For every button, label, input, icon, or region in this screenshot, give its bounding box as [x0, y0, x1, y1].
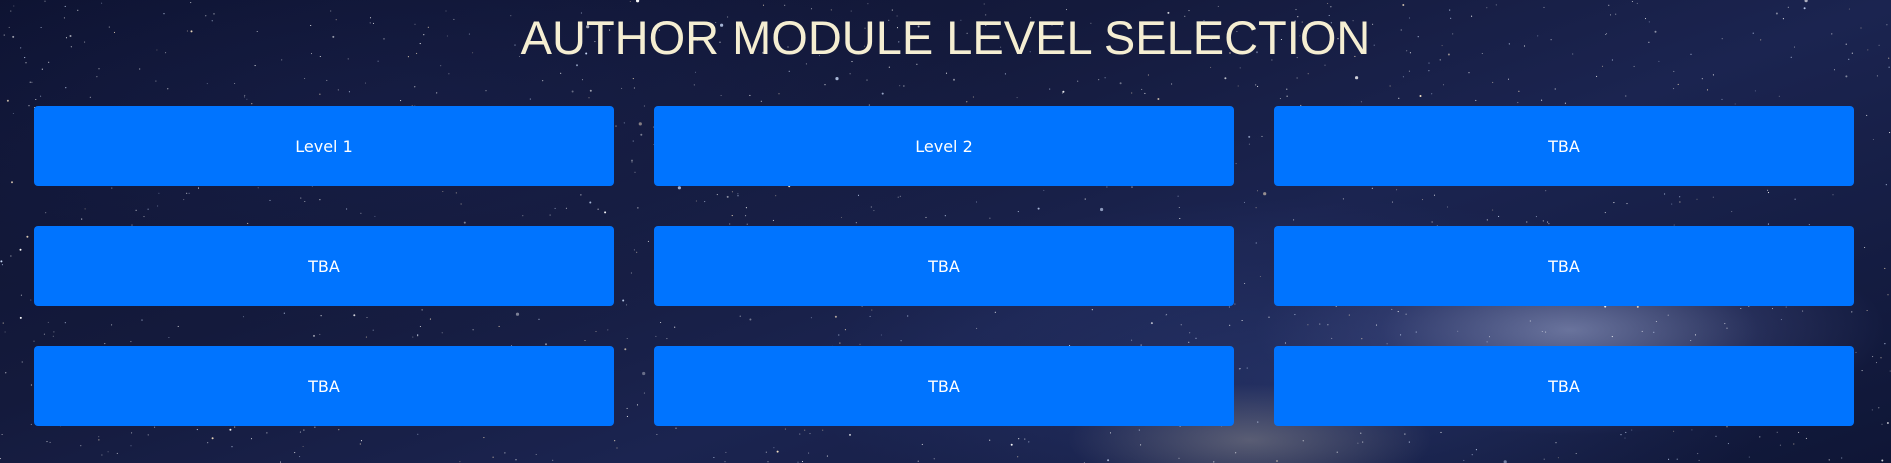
- level-button-8[interactable]: TBA: [654, 346, 1234, 426]
- level-button-4[interactable]: TBA: [34, 226, 614, 306]
- level-button-6[interactable]: TBA: [1274, 226, 1854, 306]
- level-button-2[interactable]: Level 2: [654, 106, 1234, 186]
- level-button-5[interactable]: TBA: [654, 226, 1234, 306]
- level-button-9[interactable]: TBA: [1274, 346, 1854, 426]
- level-button-7[interactable]: TBA: [34, 346, 614, 426]
- level-button-1[interactable]: Level 1: [34, 106, 614, 186]
- level-grid: Level 1 Level 2 TBA TBA TBA TBA TBA TBA …: [34, 106, 1854, 426]
- level-selection-page: AUTHOR MODULE LEVEL SELECTION Level 1 Le…: [0, 0, 1891, 463]
- page-title: AUTHOR MODULE LEVEL SELECTION: [520, 11, 1371, 64]
- level-button-3[interactable]: TBA: [1274, 106, 1854, 186]
